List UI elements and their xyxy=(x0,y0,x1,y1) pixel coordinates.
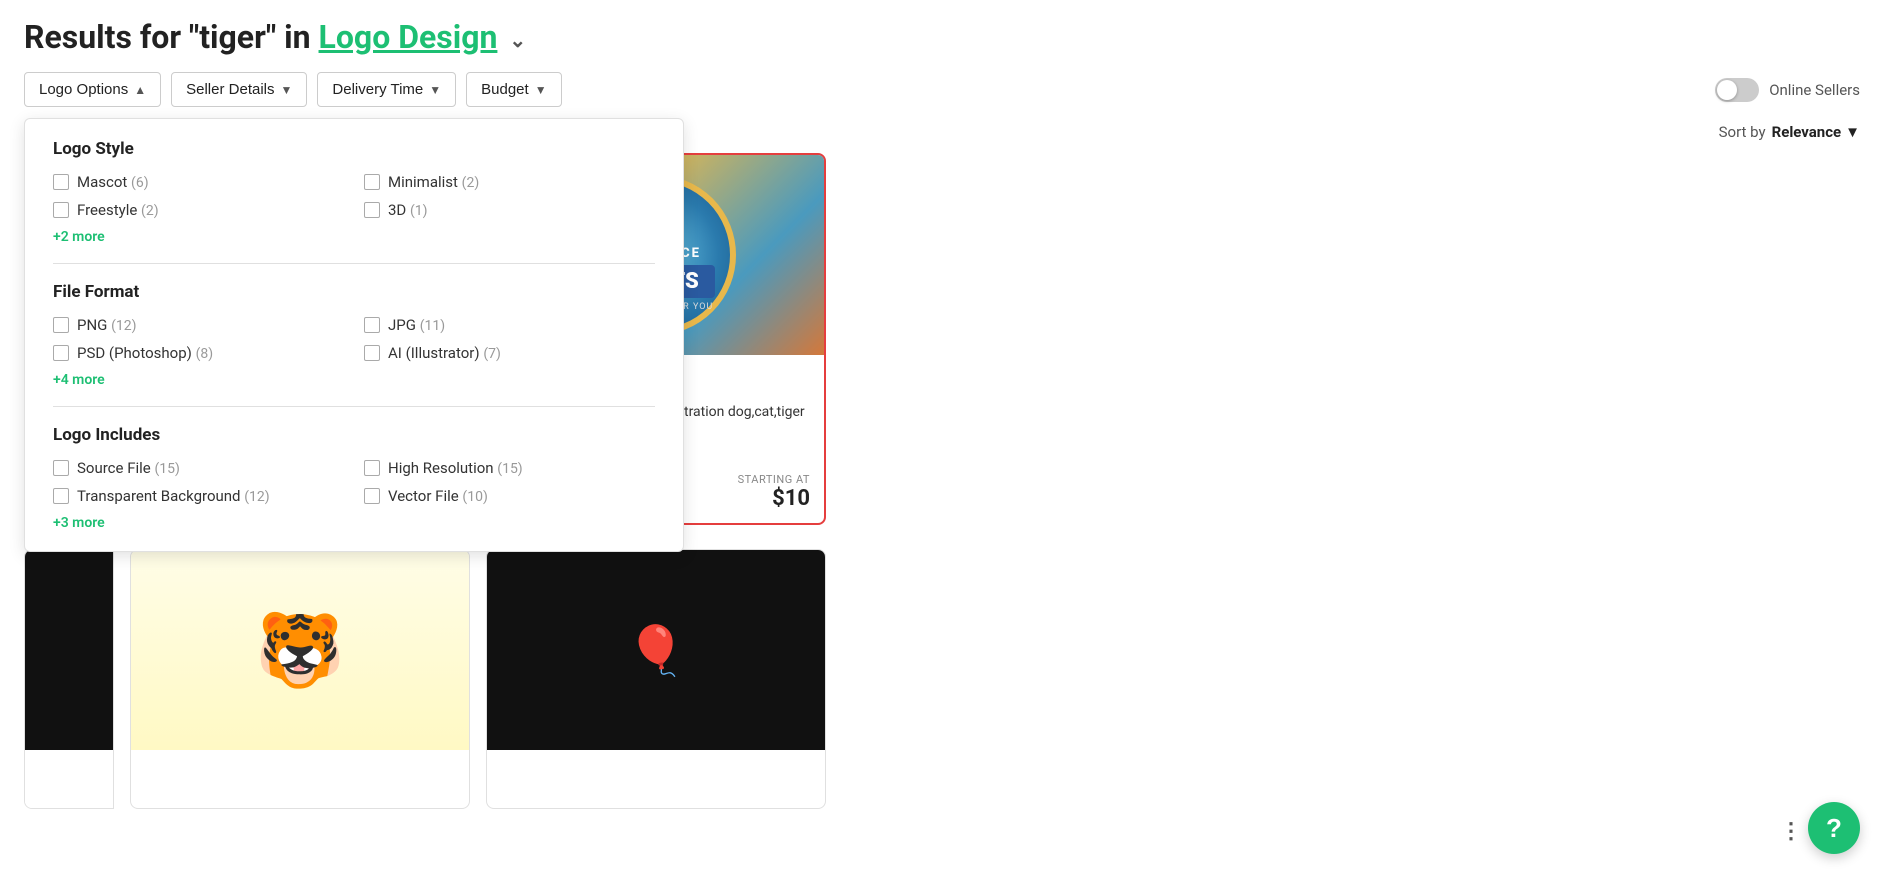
budget-label: Budget xyxy=(481,81,529,98)
psd-checkbox[interactable] xyxy=(53,345,69,361)
logo-options-filter[interactable]: Logo Options ▲ xyxy=(24,72,161,107)
option-label: PNG (12) xyxy=(77,316,137,334)
divider-2 xyxy=(53,406,655,407)
toggle-knob xyxy=(1717,80,1737,100)
ai-checkbox[interactable] xyxy=(364,345,380,361)
page-header: Results for "tiger" in Logo Design ⌄ xyxy=(0,0,1884,56)
option-label: Mascot (6) xyxy=(77,173,149,191)
list-item[interactable]: Mascot (6) xyxy=(53,173,344,191)
list-item[interactable]: JPG (11) xyxy=(364,316,655,334)
dark-card-image: 🎈 xyxy=(487,550,825,750)
tiger-card-body xyxy=(131,750,469,774)
mascot-checkbox[interactable] xyxy=(53,174,69,190)
sort-value[interactable]: Relevance ▼ xyxy=(1772,123,1860,141)
balloon-icon: 🎈 xyxy=(626,622,686,679)
list-item[interactable]: PNG (12) xyxy=(53,316,344,334)
option-label: JPG (11) xyxy=(388,316,445,334)
source-file-checkbox[interactable] xyxy=(53,460,69,476)
option-label: PSD (Photoshop) (8) xyxy=(77,344,213,362)
delivery-time-filter[interactable]: Delivery Time ▼ xyxy=(317,72,456,107)
cards-row-bottom: 🐯 🎈 xyxy=(0,549,1884,809)
category-chevron-icon[interactable]: ⌄ xyxy=(509,28,526,52)
sort-by-label: Sort by xyxy=(1719,123,1766,141)
budget-chevron-icon: ▼ xyxy=(535,83,547,97)
partial-card-2-body xyxy=(25,750,113,809)
tiger-card: 🐯 xyxy=(130,549,470,809)
option-label: AI (Illustrator) (7) xyxy=(388,344,501,362)
file-format-title: File Format xyxy=(53,282,655,302)
option-label: Freestyle (2) xyxy=(77,201,159,219)
page-title: Results for "tiger" in Logo Design ⌄ xyxy=(24,18,1860,56)
transparent-bg-checkbox[interactable] xyxy=(53,488,69,504)
logo-includes-options: Source File (15) High Resolution (15) Tr… xyxy=(53,459,655,505)
help-button[interactable]: ? xyxy=(1808,802,1860,854)
seller-details-filter[interactable]: Seller Details ▼ xyxy=(171,72,307,107)
list-item[interactable]: Freestyle (2) xyxy=(53,201,344,219)
filter-bar: Logo Options ▲ Seller Details ▼ Delivery… xyxy=(0,56,1884,123)
starting-at-label: STARTING AT xyxy=(738,473,810,486)
list-item[interactable]: Source File (15) xyxy=(53,459,344,477)
budget-filter[interactable]: Budget ▼ xyxy=(466,72,561,107)
logo-options-label: Logo Options xyxy=(39,81,128,98)
list-item[interactable]: PSD (Photoshop) (8) xyxy=(53,344,344,362)
logo-options-chevron-icon: ▲ xyxy=(134,83,146,97)
tiger-card-image: 🐯 xyxy=(131,550,469,750)
file-format-options: PNG (12) JPG (11) PSD (Photoshop) (8) AI… xyxy=(53,316,655,362)
logo-style-more[interactable]: +2 more xyxy=(53,229,105,245)
list-item[interactable]: Vector File (10) xyxy=(364,487,655,505)
online-sellers-label: Online Sellers xyxy=(1769,81,1860,99)
3d-checkbox[interactable] xyxy=(364,202,380,218)
dark-card: 🎈 xyxy=(486,549,826,809)
logo-includes-more[interactable]: +3 more xyxy=(53,515,105,531)
logo-options-dropdown: Logo Style Mascot (6) Minimalist (2) Fre… xyxy=(24,118,684,552)
minimalist-checkbox[interactable] xyxy=(364,174,380,190)
file-format-more[interactable]: +4 more xyxy=(53,372,105,388)
option-label: High Resolution (15) xyxy=(388,459,523,477)
freestyle-checkbox[interactable] xyxy=(53,202,69,218)
logo-style-options: Mascot (6) Minimalist (2) Freestyle (2) … xyxy=(53,173,655,219)
sort-value-text: Relevance xyxy=(1772,123,1842,141)
delivery-time-label: Delivery Time xyxy=(332,81,423,98)
online-sellers-toggle[interactable] xyxy=(1715,78,1759,102)
option-label: Vector File (10) xyxy=(388,487,488,505)
online-sellers-area: Online Sellers xyxy=(1715,78,1860,102)
sort-chevron-icon: ▼ xyxy=(1845,123,1860,141)
list-item[interactable]: Minimalist (2) xyxy=(364,173,655,191)
scouts-card-price: $10 xyxy=(738,486,810,511)
dots-menu-button[interactable]: ⋮ xyxy=(1780,819,1802,844)
seller-details-label: Seller Details xyxy=(186,81,274,98)
scouts-card-price-area: STARTING AT $10 xyxy=(738,473,810,511)
divider-1 xyxy=(53,263,655,264)
list-item[interactable]: 3D (1) xyxy=(364,201,655,219)
png-checkbox[interactable] xyxy=(53,317,69,333)
partial-dark-image xyxy=(25,550,113,750)
list-item[interactable]: Transparent Background (12) xyxy=(53,487,344,505)
delivery-time-chevron-icon: ▼ xyxy=(429,83,441,97)
list-item[interactable]: High Resolution (15) xyxy=(364,459,655,477)
option-label: Minimalist (2) xyxy=(388,173,479,191)
logo-includes-title: Logo Includes xyxy=(53,425,655,445)
category-link[interactable]: Logo Design xyxy=(319,18,498,56)
logo-style-title: Logo Style xyxy=(53,139,655,159)
list-item[interactable]: AI (Illustrator) (7) xyxy=(364,344,655,362)
vector-file-checkbox[interactable] xyxy=(364,488,380,504)
high-res-checkbox[interactable] xyxy=(364,460,380,476)
option-label: 3D (1) xyxy=(388,201,428,219)
option-label: Source File (15) xyxy=(77,459,180,477)
jpg-checkbox[interactable] xyxy=(364,317,380,333)
option-label: Transparent Background (12) xyxy=(77,487,270,505)
partial-card-2 xyxy=(24,549,114,809)
dark-card-body xyxy=(487,750,825,774)
seller-details-chevron-icon: ▼ xyxy=(281,83,293,97)
